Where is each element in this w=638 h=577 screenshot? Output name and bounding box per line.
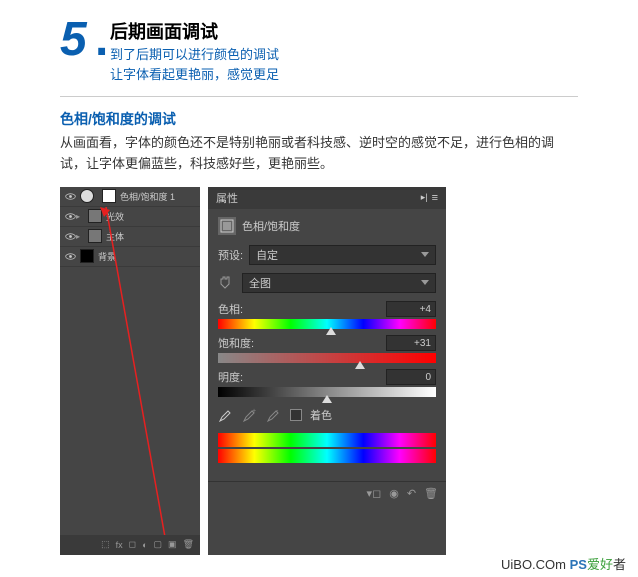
step-sub1: 到了后期可以进行颜色的调试 [110,46,578,64]
fx-icon[interactable]: fx [116,540,123,550]
chevron-down-icon [421,280,429,285]
lightness-thumb[interactable] [322,395,332,403]
clip-icon[interactable]: ▾◻ [367,487,382,500]
scrubby-icon[interactable] [218,274,236,292]
layer-name: 色相/饱和度 1 [120,190,175,203]
menu-icon[interactable]: ≡ [432,192,438,204]
link-icon[interactable]: ⬚ [101,539,110,550]
chevron-down-icon [421,252,429,257]
collapse-icon[interactable]: ▸| [421,192,428,204]
lightness-label: 明度: [218,369,243,385]
saturation-thumb[interactable] [355,361,365,369]
new-layer-icon[interactable]: ▣ [168,539,177,550]
eyedropper-icon[interactable] [218,407,234,423]
channel-value: 全图 [249,275,271,291]
hue-label: 色相: [218,301,243,317]
properties-tab[interactable]: 属性 ▸| ≡ [208,187,446,209]
preset-label: 预设: [218,247,243,263]
hue-thumb[interactable] [326,327,336,335]
lightness-slider[interactable] [218,387,436,397]
colorize-label: 着色 [310,407,332,423]
preset-value: 自定 [256,247,278,263]
eyedropper-add-icon[interactable]: + [242,407,258,423]
color-ramps [218,433,436,463]
properties-panel: 属性 ▸| ≡ 色相/饱和度 预设: 自定 [208,187,446,555]
layers-panel: 色相/饱和度 1 ▸ 光效 ▸ 主体 背景 ⬚ fx ◻ ◐ ▢ [60,187,200,555]
mask-thumb [102,189,116,203]
svg-text:+: + [252,408,256,415]
watermark-suffix: 者 [613,557,626,572]
step-dot: . [95,12,108,67]
step-title: 后期画面调试 [110,18,578,44]
section-title: 色相/饱和度的调试 [60,109,578,129]
mask-icon[interactable]: ◻ [129,539,136,550]
step-number: 5 [60,12,87,67]
section-desc: 从画面看，字体的颜色还不是特别艳丽或者科技感、逆时空的感觉不足，进行色相的调试，… [60,133,578,175]
folder-arrow-icon[interactable]: ▸ [76,212,84,221]
visibility-icon[interactable] [64,190,76,202]
saturation-label: 饱和度: [218,335,254,351]
layers-toolbar: ⬚ fx ◻ ◐ ▢ ▣ 🗑 [60,535,200,555]
lightness-value[interactable]: 0 [386,369,436,385]
trash-icon[interactable]: 🗑 [424,487,438,500]
view-icon[interactable]: ◉ [389,487,399,500]
watermark-ps: PS [570,557,587,572]
tab-label: 属性 [216,190,238,206]
layer-row[interactable]: 色相/饱和度 1 [60,187,200,207]
adjustment-icon[interactable]: ◐ [142,540,147,550]
visibility-icon[interactable] [64,210,76,222]
adjustment-thumb [80,189,94,203]
saturation-slider[interactable] [218,353,436,363]
saturation-value[interactable]: +31 [386,335,436,351]
divider [60,96,578,97]
hue-value[interactable]: +4 [386,301,436,317]
layer-thumb [80,249,94,263]
channel-dropdown[interactable]: 全图 [242,273,436,293]
hue-slider[interactable] [218,319,436,329]
red-arrow-annotation [100,207,180,547]
reset-icon[interactable]: ↶ [407,487,416,500]
watermark-text: 爱好 [587,557,613,572]
step-sub2: 让字体看起更艳丽，感觉更足 [110,66,578,84]
huesat-icon [218,217,236,235]
folder-arrow-icon[interactable]: ▸ [76,232,84,241]
adjustment-title: 色相/饱和度 [242,218,300,234]
folder-icon[interactable]: ▢ [154,539,163,550]
watermark: UiBO.COm PS爱好者 [501,554,626,573]
properties-toolbar: ▾◻ ◉ ↶ 🗑 [208,481,446,505]
visibility-icon[interactable] [64,250,76,262]
watermark-url: UiBO.COm [501,557,566,572]
visibility-icon[interactable] [64,230,76,242]
trash-icon[interactable]: 🗑 [183,539,194,550]
preset-dropdown[interactable]: 自定 [249,245,436,265]
colorize-checkbox[interactable] [290,409,302,421]
eyedropper-sub-icon[interactable]: - [266,407,282,423]
svg-text:-: - [276,408,279,415]
